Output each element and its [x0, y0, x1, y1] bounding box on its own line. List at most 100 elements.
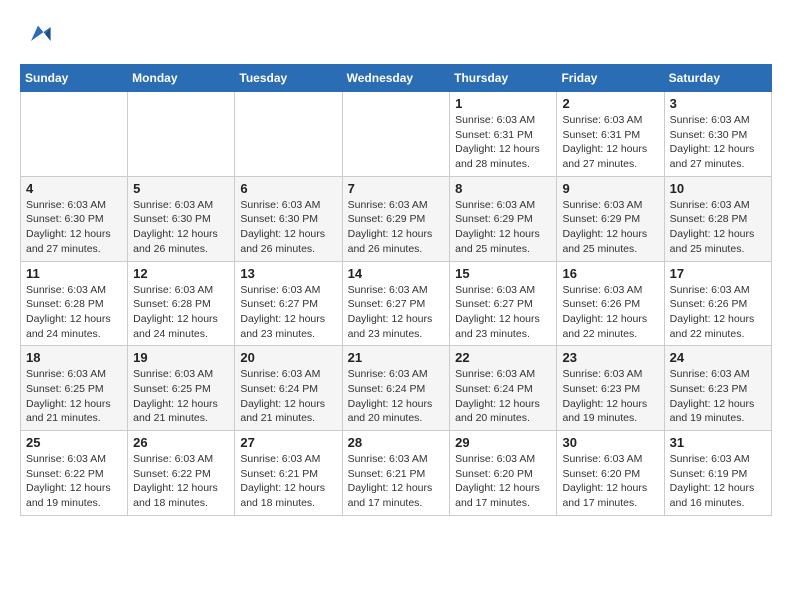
calendar-cell: 12Sunrise: 6:03 AM Sunset: 6:28 PM Dayli…: [128, 261, 235, 346]
day-info: Sunrise: 6:03 AM Sunset: 6:29 PM Dayligh…: [348, 198, 445, 257]
day-number: 20: [240, 350, 336, 365]
calendar-cell: 25 Sunrise: 6:03 AM Sunset: 6:22 PM Dayli…: [21, 431, 128, 516]
calendar-cell: [342, 92, 450, 177]
day-info: Sunrise: 6:03 AM Sunset: 6:31 PM Dayligh…: [562, 113, 658, 172]
day-info: Sunrise: 6:03 AM Sunset: 6:29 PM Dayligh…: [562, 198, 658, 257]
day-header-sunday: Sunday: [21, 65, 128, 92]
day-info: Sunrise: 6:03 AM Sunset: 6:27 PM Dayligh…: [240, 283, 336, 342]
calendar-header-row: SundayMondayTuesdayWednesdayThursdayFrid…: [21, 65, 772, 92]
day-number: 21: [348, 350, 445, 365]
day-number: 22: [455, 350, 551, 365]
day-header-thursday: Thursday: [450, 65, 557, 92]
calendar-week-row: 11 Sunrise: 6:03 AM Sunset: 6:28 PM Dayli…: [21, 261, 772, 346]
calendar-cell: 17 Sunrise: 6:03 AM Sunset: 6:26 PM Dayli…: [664, 261, 771, 346]
day-number: 6: [240, 181, 336, 196]
day-info: Sunrise: 6:03 AM Sunset: 6:30 PM Dayligh…: [240, 198, 336, 257]
day-info: Sunrise: 6:03 AM Sunset: 6:30 PM Dayligh…: [670, 113, 766, 172]
day-info: Sunrise: 6:03 AM Sunset: 6:28 PM Dayligh…: [670, 198, 766, 257]
calendar-cell: 2 Sunrise: 6:03 AM Sunset: 6:31 PM Daylig…: [557, 92, 664, 177]
calendar-cell: 13Sunrise: 6:03 AM Sunset: 6:27 PM Dayli…: [235, 261, 342, 346]
day-number: 19: [133, 350, 229, 365]
day-header-monday: Monday: [128, 65, 235, 92]
calendar-cell: 5 Sunrise: 6:03 AM Sunset: 6:30 PM Daylig…: [128, 176, 235, 261]
calendar-table: SundayMondayTuesdayWednesdayThursdayFrid…: [20, 64, 772, 516]
day-info: Sunrise: 6:03 AM Sunset: 6:29 PM Dayligh…: [455, 198, 551, 257]
day-info: Sunrise: 6:03 AM Sunset: 6:21 PM Dayligh…: [240, 452, 336, 511]
calendar-cell: 20Sunrise: 6:03 AM Sunset: 6:24 PM Dayli…: [235, 346, 342, 431]
calendar-cell: [128, 92, 235, 177]
day-number: 4: [26, 181, 122, 196]
day-number: 14: [348, 266, 445, 281]
calendar-week-row: 1 Sunrise: 6:03 AM Sunset: 6:31 PM Daylig…: [21, 92, 772, 177]
day-number: 31: [670, 435, 766, 450]
calendar-cell: 14 Sunrise: 6:03 AM Sunset: 6:27 PM Dayli…: [342, 261, 450, 346]
day-info: Sunrise: 6:03 AM Sunset: 6:19 PM Dayligh…: [670, 452, 766, 511]
day-number: 23: [562, 350, 658, 365]
day-info: Sunrise: 6:03 AM Sunset: 6:28 PM Dayligh…: [133, 283, 229, 342]
calendar-cell: 29Sunrise: 6:03 AM Sunset: 6:20 PM Dayli…: [450, 431, 557, 516]
day-info: Sunrise: 6:03 AM Sunset: 6:30 PM Dayligh…: [133, 198, 229, 257]
day-info: Sunrise: 6:03 AM Sunset: 6:22 PM Dayligh…: [133, 452, 229, 511]
calendar-cell: [21, 92, 128, 177]
calendar-cell: [235, 92, 342, 177]
day-info: Sunrise: 6:03 AM Sunset: 6:24 PM Dayligh…: [348, 367, 445, 426]
day-info: Sunrise: 6:03 AM Sunset: 6:20 PM Dayligh…: [562, 452, 658, 511]
day-info: Sunrise: 6:03 AM Sunset: 6:25 PM Dayligh…: [26, 367, 122, 426]
day-number: 25: [26, 435, 122, 450]
day-number: 16: [562, 266, 658, 281]
calendar-cell: 6 Sunrise: 6:03 AM Sunset: 6:30 PM Daylig…: [235, 176, 342, 261]
calendar-cell: 27 Sunrise: 6:03 AM Sunset: 6:21 PM Dayli…: [235, 431, 342, 516]
day-number: 2: [562, 96, 658, 111]
day-info: Sunrise: 6:03 AM Sunset: 6:26 PM Dayligh…: [562, 283, 658, 342]
calendar-cell: 22 Sunrise: 6:03 AM Sunset: 6:24 PM Dayli…: [450, 346, 557, 431]
page-header: [20, 20, 772, 48]
day-number: 3: [670, 96, 766, 111]
day-info: Sunrise: 6:03 AM Sunset: 6:23 PM Dayligh…: [670, 367, 766, 426]
day-number: 26: [133, 435, 229, 450]
calendar-cell: 23 Sunrise: 6:03 AM Sunset: 6:23 PM Dayli…: [557, 346, 664, 431]
day-header-friday: Friday: [557, 65, 664, 92]
day-info: Sunrise: 6:03 AM Sunset: 6:27 PM Dayligh…: [455, 283, 551, 342]
calendar-cell: 18 Sunrise: 6:03 AM Sunset: 6:25 PM Dayli…: [21, 346, 128, 431]
logo-icon: [24, 20, 52, 48]
day-header-tuesday: Tuesday: [235, 65, 342, 92]
day-number: 7: [348, 181, 445, 196]
logo: [20, 20, 52, 48]
day-info: Sunrise: 6:03 AM Sunset: 6:22 PM Dayligh…: [26, 452, 122, 511]
calendar-week-row: 4 Sunrise: 6:03 AM Sunset: 6:30 PM Daylig…: [21, 176, 772, 261]
day-header-wednesday: Wednesday: [342, 65, 450, 92]
day-number: 17: [670, 266, 766, 281]
calendar-cell: 15Sunrise: 6:03 AM Sunset: 6:27 PM Dayli…: [450, 261, 557, 346]
calendar-cell: 1 Sunrise: 6:03 AM Sunset: 6:31 PM Daylig…: [450, 92, 557, 177]
day-info: Sunrise: 6:03 AM Sunset: 6:23 PM Dayligh…: [562, 367, 658, 426]
day-info: Sunrise: 6:03 AM Sunset: 6:24 PM Dayligh…: [455, 367, 551, 426]
calendar-week-row: 18 Sunrise: 6:03 AM Sunset: 6:25 PM Dayli…: [21, 346, 772, 431]
day-info: Sunrise: 6:03 AM Sunset: 6:31 PM Dayligh…: [455, 113, 551, 172]
calendar-cell: 7 Sunrise: 6:03 AM Sunset: 6:29 PM Daylig…: [342, 176, 450, 261]
day-header-saturday: Saturday: [664, 65, 771, 92]
day-number: 1: [455, 96, 551, 111]
calendar-cell: 19 Sunrise: 6:03 AM Sunset: 6:25 PM Dayli…: [128, 346, 235, 431]
day-info: Sunrise: 6:03 AM Sunset: 6:25 PM Dayligh…: [133, 367, 229, 426]
day-info: Sunrise: 6:03 AM Sunset: 6:30 PM Dayligh…: [26, 198, 122, 257]
calendar-cell: 31 Sunrise: 6:03 AM Sunset: 6:19 PM Dayli…: [664, 431, 771, 516]
day-info: Sunrise: 6:03 AM Sunset: 6:21 PM Dayligh…: [348, 452, 445, 511]
day-number: 18: [26, 350, 122, 365]
calendar-cell: 3 Sunrise: 6:03 AM Sunset: 6:30 PM Daylig…: [664, 92, 771, 177]
day-number: 5: [133, 181, 229, 196]
calendar-cell: 8 Sunrise: 6:03 AM Sunset: 6:29 PM Daylig…: [450, 176, 557, 261]
day-number: 29: [455, 435, 551, 450]
day-number: 28: [348, 435, 445, 450]
day-info: Sunrise: 6:03 AM Sunset: 6:27 PM Dayligh…: [348, 283, 445, 342]
day-number: 27: [240, 435, 336, 450]
calendar-cell: 10 Sunrise: 6:03 AM Sunset: 6:28 PM Dayli…: [664, 176, 771, 261]
day-number: 24: [670, 350, 766, 365]
day-number: 9: [562, 181, 658, 196]
day-number: 11: [26, 266, 122, 281]
day-info: Sunrise: 6:03 AM Sunset: 6:26 PM Dayligh…: [670, 283, 766, 342]
calendar-cell: 16 Sunrise: 6:03 AM Sunset: 6:26 PM Dayli…: [557, 261, 664, 346]
day-number: 10: [670, 181, 766, 196]
calendar-cell: 28 Sunrise: 6:03 AM Sunset: 6:21 PM Dayli…: [342, 431, 450, 516]
day-number: 8: [455, 181, 551, 196]
calendar-cell: 9 Sunrise: 6:03 AM Sunset: 6:29 PM Daylig…: [557, 176, 664, 261]
